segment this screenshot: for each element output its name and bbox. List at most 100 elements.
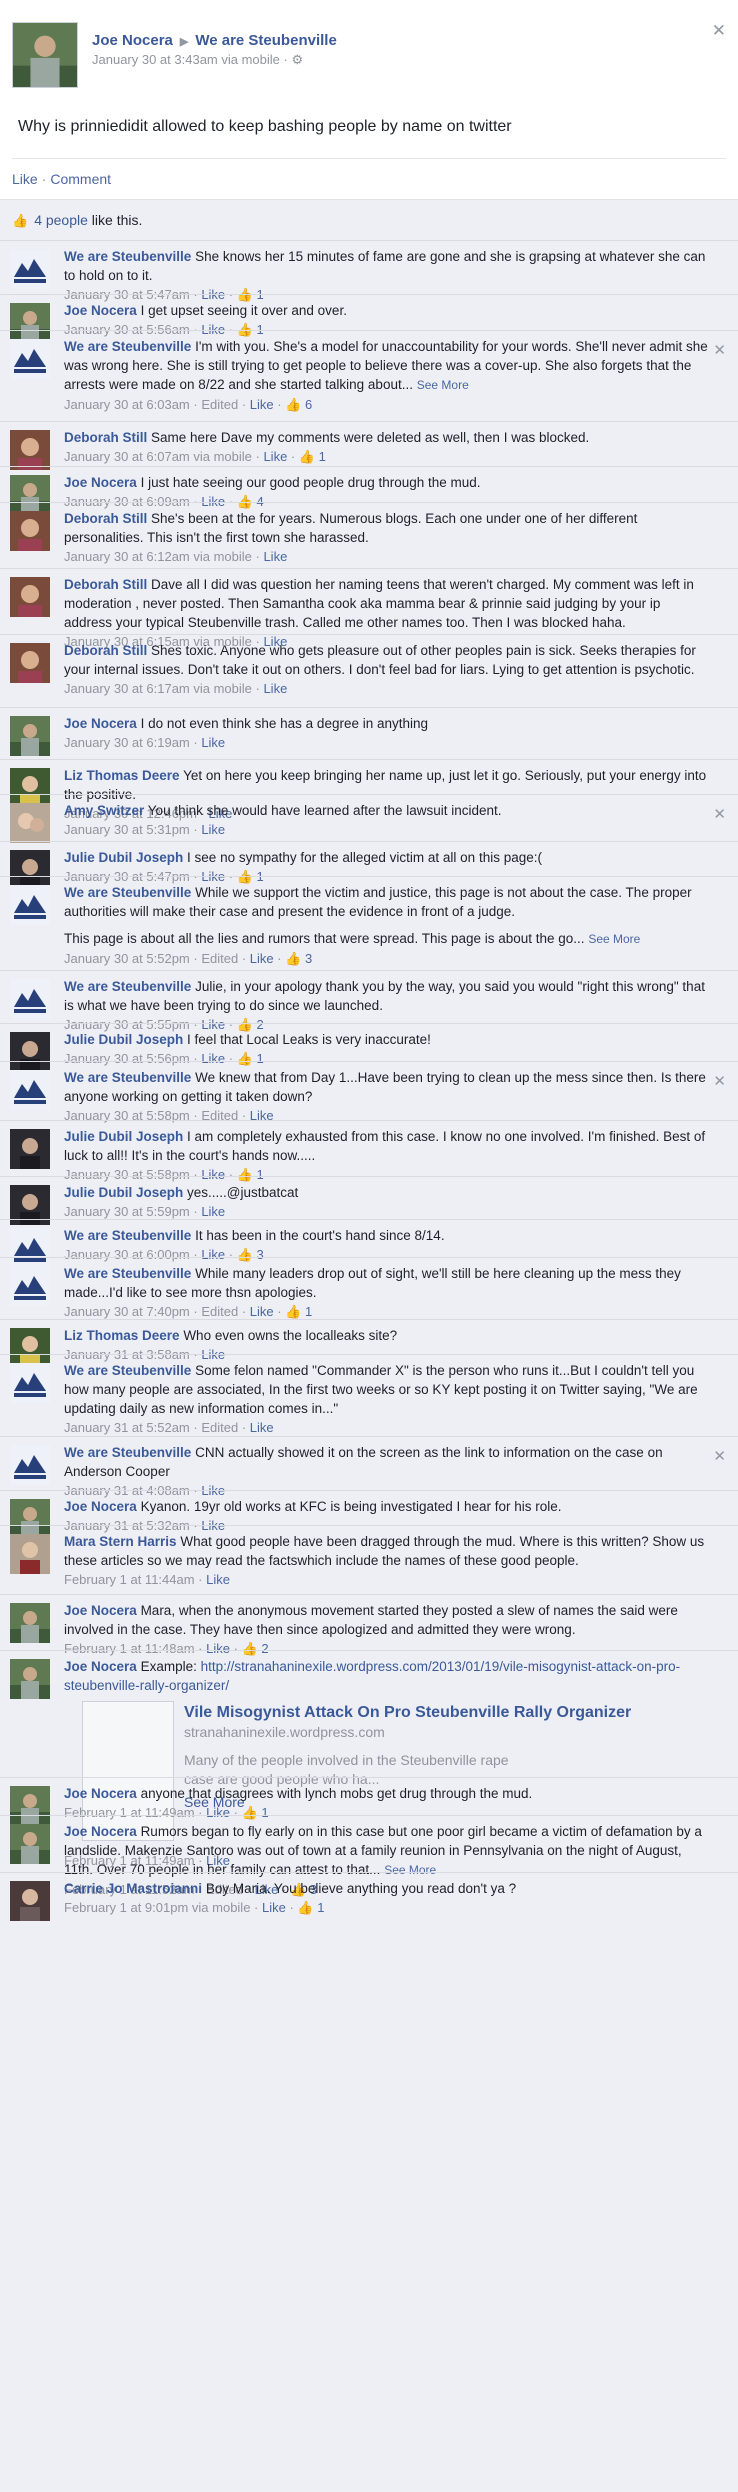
thumb-up-icon[interactable]: 👍: [285, 951, 301, 966]
commenter-name-link[interactable]: We are Steubenville: [64, 249, 191, 264]
comment-like-link[interactable]: Like: [263, 549, 287, 564]
comment-timestamp[interactable]: January 30 at 6:17am via mobile: [64, 681, 252, 696]
comment-like-link[interactable]: Like: [262, 1900, 286, 1915]
commenter-name-link[interactable]: Joe Nocera: [64, 303, 137, 318]
commenter-avatar[interactable]: [10, 1129, 50, 1169]
commenter-avatar[interactable]: [10, 1824, 50, 1864]
close-icon[interactable]: ✕: [713, 341, 726, 359]
commenter-name-link[interactable]: Joe Nocera: [64, 716, 137, 731]
comment-like-count[interactable]: 1: [315, 449, 326, 464]
edited-label[interactable]: Edited: [201, 1420, 238, 1435]
comment-like-link[interactable]: Like: [263, 681, 287, 696]
edited-label[interactable]: Edited: [201, 951, 238, 966]
commenter-avatar[interactable]: [10, 1266, 50, 1306]
comment-timestamp[interactable]: February 1 at 11:44am: [64, 1572, 195, 1587]
post-author-link[interactable]: Joe Nocera: [92, 32, 173, 49]
commenter-avatar[interactable]: [10, 577, 50, 617]
commenter-avatar[interactable]: [10, 249, 50, 289]
commenter-name-link[interactable]: Carrie Jo Mastroianni: [64, 1881, 202, 1896]
commenter-avatar[interactable]: [10, 339, 50, 379]
likers-link[interactable]: 4 people: [34, 212, 88, 228]
thumb-up-icon[interactable]: 👍: [297, 1900, 313, 1915]
commenter-name-link[interactable]: Joe Nocera: [64, 1786, 137, 1801]
commenter-name-link[interactable]: Deborah Still: [64, 430, 147, 445]
post-timestamp[interactable]: January 30 at 3:43am via mobile: [92, 52, 280, 67]
close-icon[interactable]: ✕: [712, 22, 726, 39]
comment-like-count[interactable]: 6: [301, 397, 312, 412]
commenter-name-link[interactable]: Deborah Still: [64, 577, 147, 592]
commenter-name-link[interactable]: Joe Nocera: [64, 1659, 137, 1674]
commenter-avatar[interactable]: [10, 430, 50, 470]
see-more-link[interactable]: See More: [417, 378, 469, 392]
commenter-name-link[interactable]: Amy Switzer: [64, 803, 144, 818]
commenter-name-link[interactable]: Joe Nocera: [64, 1499, 137, 1514]
author-avatar[interactable]: [12, 22, 78, 88]
commenter-avatar[interactable]: [10, 643, 50, 683]
comment-like-link[interactable]: Like: [250, 1304, 274, 1319]
comment-timestamp[interactable]: January 31 at 5:52am: [64, 1420, 190, 1435]
thumb-up-icon[interactable]: 👍: [285, 1304, 301, 1319]
comment-timestamp[interactable]: February 1 at 9:01pm via mobile: [64, 1900, 250, 1915]
close-icon[interactable]: ✕: [713, 1072, 726, 1090]
commenter-name-link[interactable]: Joe Nocera: [64, 1603, 137, 1618]
commenter-name-link[interactable]: Mara Stern Harris: [64, 1534, 177, 1549]
commenter-avatar[interactable]: [10, 1070, 50, 1110]
comment-like-link[interactable]: Like: [250, 951, 274, 966]
like-link[interactable]: Like: [12, 171, 38, 187]
commenter-avatar[interactable]: [10, 1363, 50, 1403]
share-title[interactable]: Vile Misogynist Attack On Pro Steubenvil…: [184, 1703, 631, 1722]
commenter-avatar[interactable]: [10, 511, 50, 551]
commenter-avatar[interactable]: [10, 979, 50, 1019]
comment-like-count[interactable]: 3: [301, 951, 312, 966]
commenter-avatar[interactable]: [10, 1659, 50, 1699]
comment-like-count[interactable]: 1: [314, 1900, 324, 1915]
commenter-name-link[interactable]: Liz Thomas Deere: [64, 768, 180, 783]
commenter-name-link[interactable]: We are Steubenville: [64, 1266, 191, 1281]
comment-like-link[interactable]: Like: [250, 1420, 274, 1435]
commenter-name-link[interactable]: We are Steubenville: [64, 1228, 191, 1243]
commenter-name-link[interactable]: Deborah Still: [64, 643, 147, 658]
commenter-name-link[interactable]: We are Steubenville: [64, 1070, 191, 1085]
comment-timestamp[interactable]: January 30 at 6:07am via mobile: [64, 449, 252, 464]
comment-like-link[interactable]: Like: [201, 735, 225, 750]
comment-like-link[interactable]: Like: [263, 449, 287, 464]
comment-timestamp[interactable]: January 30 at 6:03am: [64, 397, 190, 412]
post-target-link[interactable]: We are Steubenville: [195, 32, 336, 49]
commenter-name-link[interactable]: We are Steubenville: [64, 1363, 191, 1378]
commenter-name-link[interactable]: Joe Nocera: [64, 475, 137, 490]
comment-timestamp[interactable]: January 30 at 5:59pm: [64, 1204, 190, 1219]
comment-like-link[interactable]: Like: [201, 822, 225, 837]
comment-link[interactable]: Comment: [50, 171, 111, 187]
commenter-avatar[interactable]: [10, 716, 50, 756]
commenter-name-link[interactable]: Joe Nocera: [64, 1824, 137, 1839]
commenter-name-link[interactable]: We are Steubenville: [64, 885, 191, 900]
commenter-name-link[interactable]: Julie Dubil Joseph: [64, 1032, 183, 1047]
commenter-name-link[interactable]: Julie Dubil Joseph: [64, 1185, 183, 1200]
commenter-avatar[interactable]: [10, 1445, 50, 1485]
commenter-avatar[interactable]: [10, 803, 50, 843]
commenter-avatar[interactable]: [10, 885, 50, 925]
comment-like-link[interactable]: Like: [250, 397, 274, 412]
commenter-avatar[interactable]: [10, 1881, 50, 1921]
commenter-name-link[interactable]: We are Steubenville: [64, 1445, 191, 1460]
commenter-name-link[interactable]: Julie Dubil Joseph: [64, 850, 183, 865]
comment-like-link[interactable]: Like: [201, 1204, 225, 1219]
comment-like-link[interactable]: Like: [206, 1572, 230, 1587]
commenter-avatar[interactable]: [10, 1603, 50, 1643]
commenter-name-link[interactable]: Liz Thomas Deere: [64, 1328, 180, 1343]
edited-label[interactable]: Edited: [201, 397, 238, 412]
comment-like-count[interactable]: 1: [301, 1304, 312, 1319]
comment-timestamp[interactable]: January 30 at 7:40pm: [64, 1304, 190, 1319]
comment-timestamp[interactable]: January 30 at 6:19am: [64, 735, 190, 750]
comment-timestamp[interactable]: January 30 at 6:12am via mobile: [64, 549, 252, 564]
commenter-name-link[interactable]: We are Steubenville: [64, 339, 191, 354]
commenter-avatar[interactable]: [10, 1534, 50, 1574]
commenter-name-link[interactable]: We are Steubenville: [64, 979, 191, 994]
comment-timestamp[interactable]: January 30 at 5:52pm: [64, 951, 190, 966]
see-more-link[interactable]: See More: [588, 932, 640, 946]
close-icon[interactable]: ✕: [713, 1447, 726, 1465]
comment-timestamp[interactable]: January 30 at 5:31pm: [64, 822, 190, 837]
edited-label[interactable]: Edited: [201, 1304, 238, 1319]
thumb-up-icon[interactable]: 👍: [285, 397, 301, 412]
thumb-up-icon[interactable]: 👍: [299, 449, 315, 464]
